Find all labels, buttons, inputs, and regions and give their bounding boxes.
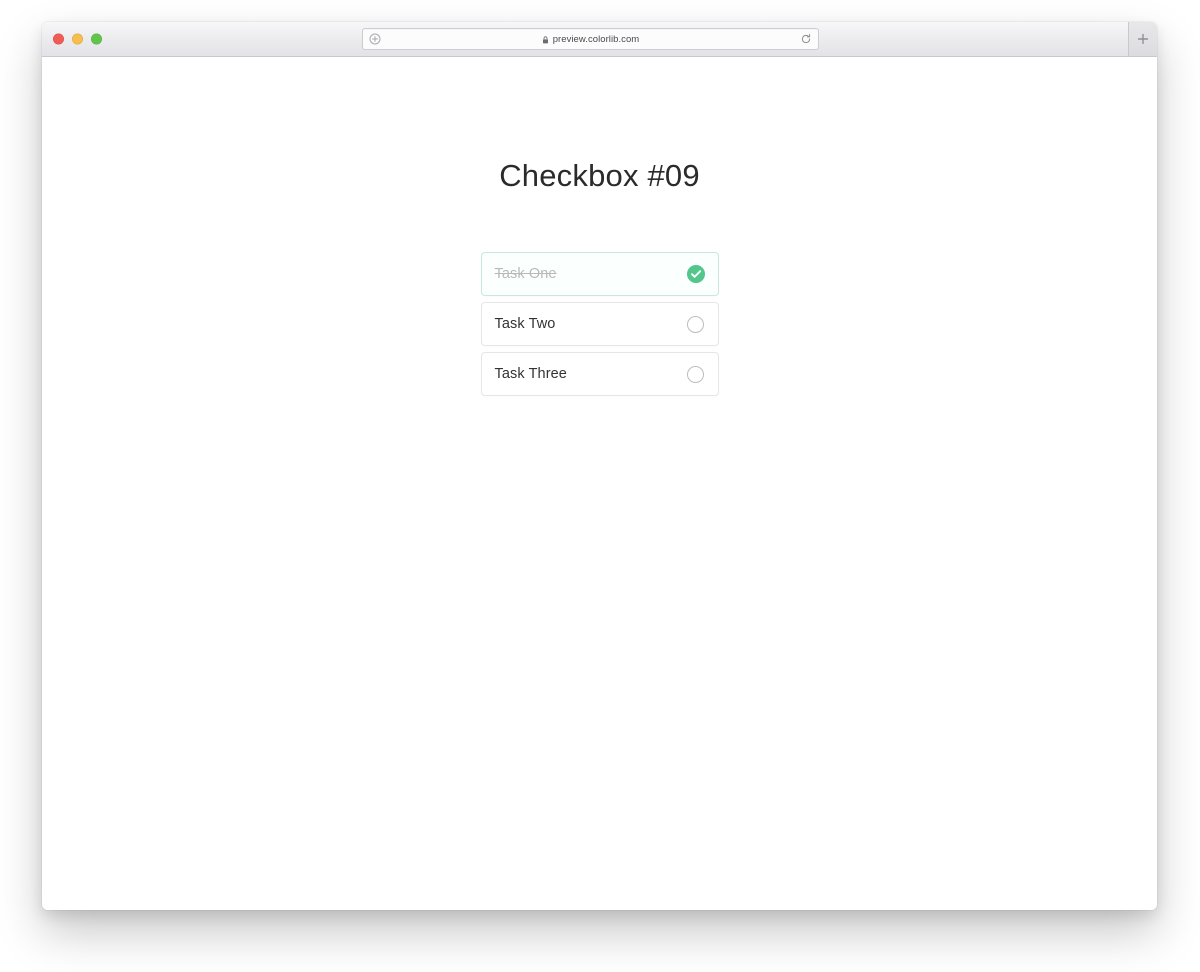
minimize-window-button[interactable] bbox=[72, 33, 83, 45]
close-window-button[interactable] bbox=[53, 33, 64, 45]
page-title: Checkbox #09 bbox=[499, 158, 700, 193]
browser-toolbar: preview.colorlib.com bbox=[42, 22, 1157, 57]
new-tab-button[interactable] bbox=[1128, 22, 1157, 56]
task-item-two[interactable]: Task Two bbox=[480, 302, 719, 346]
address-bar[interactable]: preview.colorlib.com bbox=[362, 28, 819, 50]
address-bar-content: preview.colorlib.com bbox=[363, 34, 818, 45]
lock-icon bbox=[542, 35, 549, 44]
task-label: Task One bbox=[494, 266, 557, 282]
task-checkbox[interactable] bbox=[686, 265, 705, 283]
zoom-window-button[interactable] bbox=[91, 33, 102, 45]
task-list: Task One Task Two Task Three bbox=[480, 194, 719, 396]
address-bar-url: preview.colorlib.com bbox=[552, 33, 640, 45]
plus-icon bbox=[1137, 33, 1149, 45]
add-bookmark-icon[interactable] bbox=[369, 33, 381, 45]
task-checkbox[interactable] bbox=[687, 365, 705, 383]
task-item-one[interactable]: Task One bbox=[480, 252, 719, 296]
task-label: Task Three bbox=[494, 366, 567, 382]
task-item-three[interactable]: Task Three bbox=[480, 352, 719, 396]
page-content: Checkbox #09 Task One Task Two Task Thre… bbox=[42, 57, 1157, 910]
browser-window: preview.colorlib.com Checkbox #09 Task O… bbox=[42, 22, 1157, 910]
check-circle-filled-icon bbox=[686, 265, 705, 283]
traffic-lights bbox=[53, 33, 102, 45]
reload-icon[interactable] bbox=[800, 33, 812, 45]
task-checkbox[interactable] bbox=[687, 315, 705, 333]
circle-outline-icon bbox=[687, 365, 704, 383]
task-label: Task Two bbox=[494, 316, 556, 332]
circle-outline-icon bbox=[687, 315, 704, 333]
